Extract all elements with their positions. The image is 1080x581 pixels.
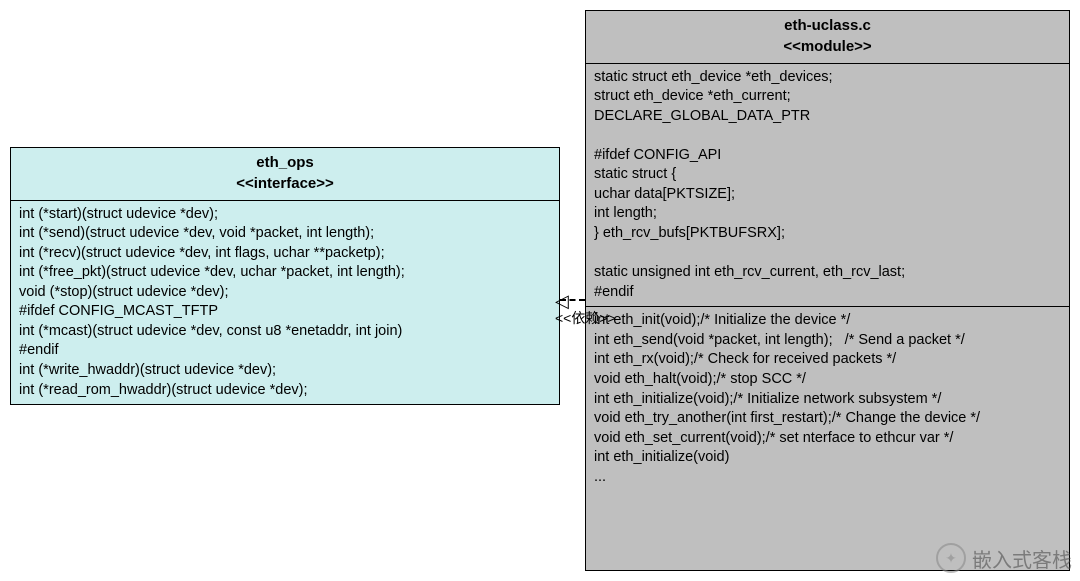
module-body-1: static struct eth_device *eth_devices; s…	[586, 64, 1069, 307]
module-stereotype: <<module>>	[586, 38, 1069, 63]
interface-stereotype: <<interface>>	[11, 175, 559, 200]
interface-box: eth_ops <<interface>> int (*start)(struc…	[10, 147, 560, 405]
module-box: eth-uclass.c <<module>> static struct et…	[585, 10, 1070, 571]
module-title: eth-uclass.c	[586, 11, 1069, 38]
dependency-label: <<依赖>>	[555, 308, 616, 328]
interface-body: int (*start)(struct udevice *dev); int (…	[11, 201, 559, 405]
interface-title: eth_ops	[11, 148, 559, 175]
module-body-2: int eth_init(void);/* Initialize the dev…	[586, 307, 1069, 491]
